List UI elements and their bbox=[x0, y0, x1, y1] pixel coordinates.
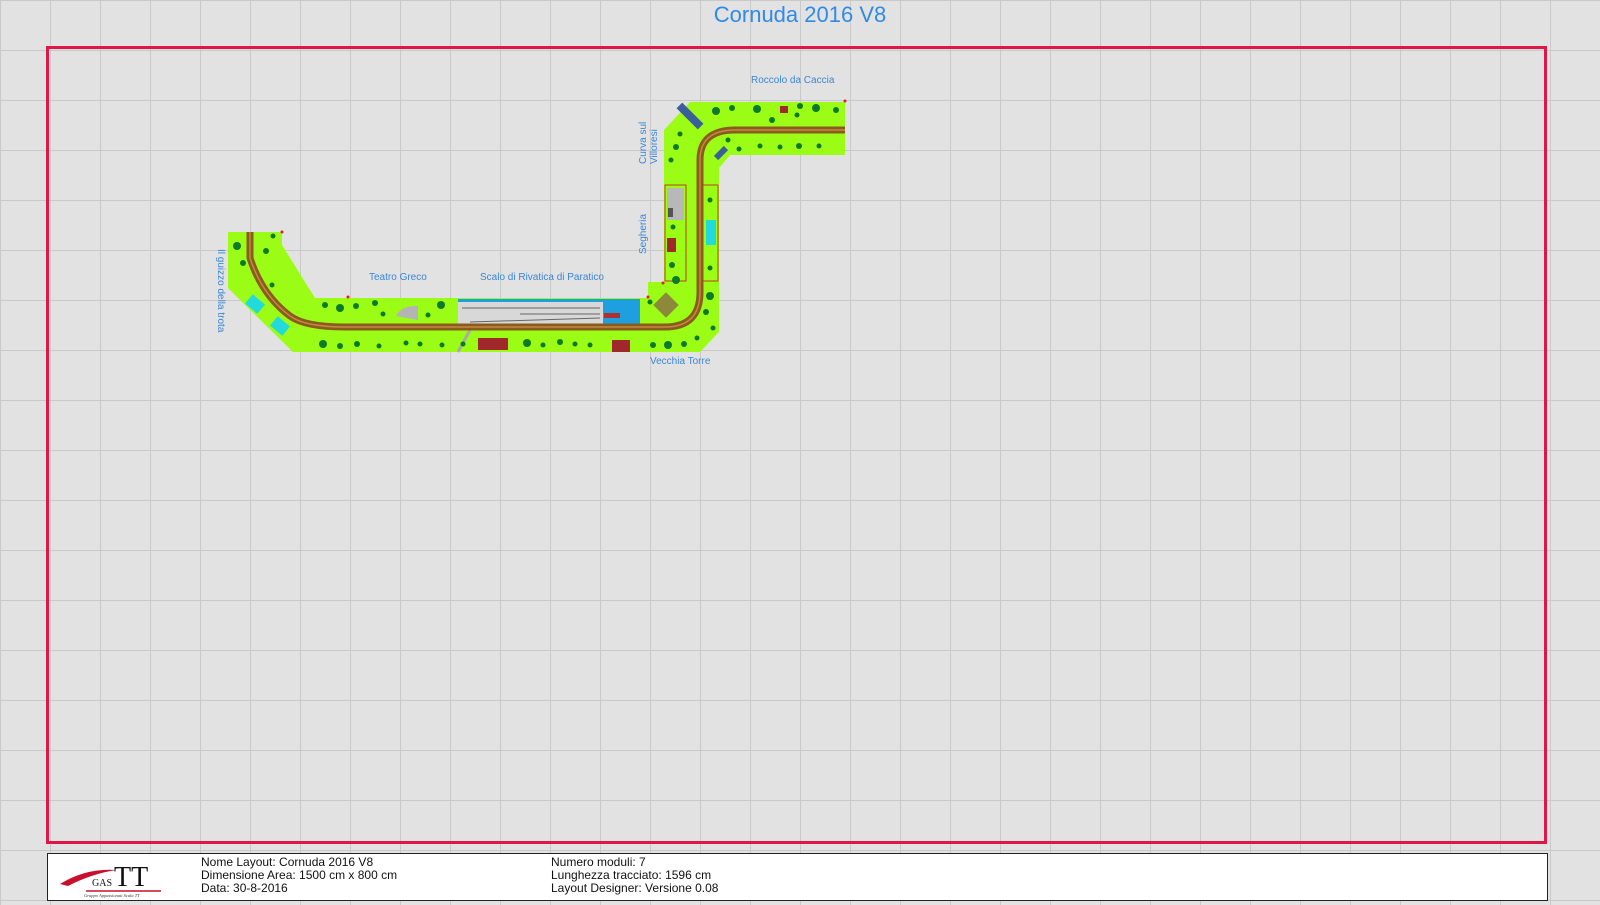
logo-gas: GAS bbox=[92, 878, 112, 889]
sawmill-house bbox=[667, 238, 676, 252]
label-curva-line1: Curva sul bbox=[638, 122, 649, 164]
layout-diagram: Il guizzo della trota Teatro Greco Scalo… bbox=[215, 75, 847, 367]
label-scalo-rivatica: Scalo di Rivatica di Paratico bbox=[480, 272, 604, 283]
footer-data: Data: 30-8-2016 bbox=[201, 881, 288, 895]
gas-tt-logo: TT GAS Gruppo Appassionati Scala TT bbox=[60, 862, 161, 898]
warehouse bbox=[612, 340, 630, 352]
track-marker-5 bbox=[843, 99, 847, 103]
hunting-lodge bbox=[780, 106, 788, 113]
main-track bbox=[246, 126, 845, 331]
track-marker-2 bbox=[346, 295, 350, 299]
label-roccolo-da-caccia: Roccolo da Caccia bbox=[751, 75, 835, 86]
logo-tt: TT bbox=[114, 862, 148, 893]
track-marker-3 bbox=[646, 295, 650, 299]
footer-info-box: TT GAS Gruppo Appassionati Scala TT Nome… bbox=[47, 853, 1548, 901]
label-segheria: Segheria bbox=[638, 214, 649, 254]
sawmill-pond bbox=[706, 220, 716, 245]
label-curva-line2: Villoresi bbox=[649, 129, 660, 164]
platform bbox=[458, 302, 603, 324]
label-teatro-greco: Teatro Greco bbox=[369, 272, 427, 283]
small-shed bbox=[604, 313, 620, 318]
footer-designer: Layout Designer: Versione 0.08 bbox=[551, 881, 719, 895]
station-building bbox=[478, 338, 508, 350]
footer-column-right: Numero moduli: 7 Lunghezza tracciato: 15… bbox=[551, 856, 718, 895]
footer-column-left: Nome Layout: Cornuda 2016 V8 Dimensione … bbox=[201, 856, 397, 895]
main-track-center bbox=[249, 129, 845, 328]
label-vecchia-torre: Vecchia Torre bbox=[650, 356, 711, 367]
module-guizzo-della-trota[interactable] bbox=[228, 232, 348, 352]
track-marker-4 bbox=[661, 281, 665, 285]
label-guizzo-della-trota: Il guizzo della trota bbox=[215, 249, 226, 333]
track-marker-1 bbox=[280, 230, 284, 234]
logo-subtitle: Gruppo Appassionati Scala TT bbox=[84, 893, 140, 898]
sawmill-machine bbox=[668, 208, 673, 217]
